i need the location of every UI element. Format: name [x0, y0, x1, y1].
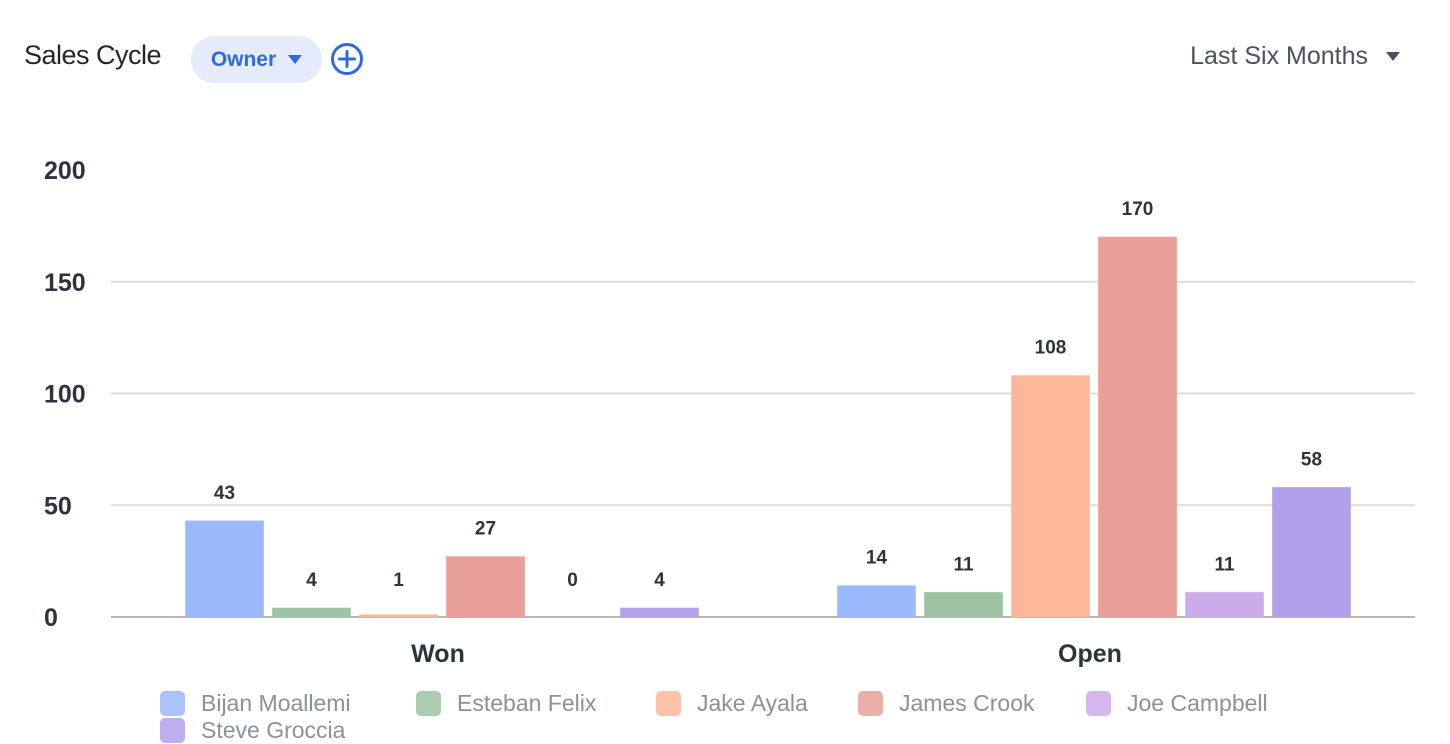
legend-item[interactable]: Joe Campbell: [1086, 690, 1268, 717]
bar[interactable]: [924, 591, 1003, 618]
data-label: 11: [1214, 554, 1235, 575]
bar[interactable]: [1011, 375, 1090, 618]
data-label: 0: [567, 570, 578, 591]
legend-item[interactable]: Bijan Moallemi: [160, 690, 351, 717]
y-tick-label: 200: [44, 157, 86, 185]
data-label: 4: [306, 570, 317, 591]
legend-swatch: [416, 691, 441, 716]
y-tick-label: 150: [44, 269, 86, 297]
bar[interactable]: [837, 585, 916, 618]
x-tick-label: Won: [411, 640, 465, 668]
legend-label: Joe Campbell: [1127, 690, 1268, 716]
y-tick-label: 100: [44, 381, 86, 409]
data-label: 4: [654, 570, 665, 591]
legend-label: James Crook: [899, 690, 1035, 716]
data-label: 43: [214, 483, 235, 504]
bar[interactable]: [1185, 591, 1264, 618]
bar[interactable]: [620, 607, 699, 618]
legend-swatch: [160, 718, 185, 743]
legend-swatch: [160, 691, 185, 716]
data-label: 58: [1301, 449, 1322, 470]
bar[interactable]: [1272, 486, 1351, 618]
y-tick-label: 0: [44, 604, 58, 632]
legend-item[interactable]: Jake Ayala: [656, 690, 808, 717]
legend-swatch: [1086, 691, 1111, 716]
data-label: 14: [866, 548, 888, 569]
legend-item[interactable]: James Crook: [858, 690, 1034, 717]
bar[interactable]: [446, 556, 525, 618]
bar[interactable]: [272, 607, 351, 618]
bar-chart: 0 50 100 150 200 43 4 1 27 0 4 Won 14 11 108 170 11 58 Ope…: [44, 157, 1415, 668]
y-tick-label: 50: [44, 492, 72, 520]
data-label: 11: [953, 554, 974, 575]
bar[interactable]: [359, 614, 438, 618]
bar[interactable]: [185, 520, 264, 618]
legend-swatch: [858, 691, 883, 716]
legend-label: Jake Ayala: [697, 690, 808, 716]
data-label: 108: [1035, 338, 1067, 359]
data-label: 1: [393, 570, 404, 591]
legend-label: Esteban Felix: [457, 690, 597, 716]
bar[interactable]: [1098, 236, 1177, 618]
data-label: 170: [1122, 199, 1154, 220]
legend-item[interactable]: Esteban Felix: [416, 690, 596, 717]
legend-label: Bijan Moallemi: [201, 690, 351, 716]
data-label: 27: [475, 519, 496, 540]
x-tick-label: Open: [1058, 640, 1122, 668]
legend-swatch: [656, 691, 681, 716]
